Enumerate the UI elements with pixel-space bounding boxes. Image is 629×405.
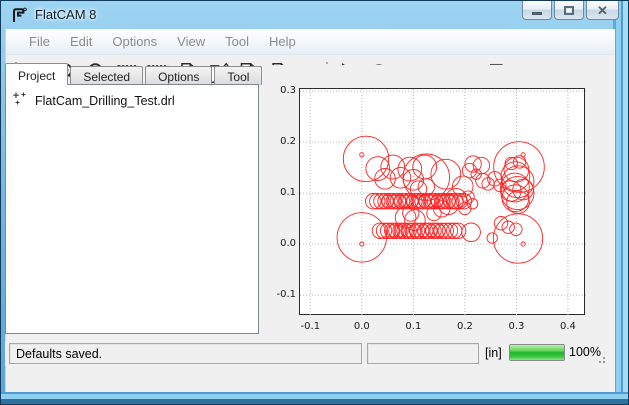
drill-hole-circle — [390, 168, 411, 189]
x-tick-label: 0.4 — [551, 321, 585, 332]
x-tick-label: 0.2 — [448, 321, 482, 332]
status-message: Defaults saved. — [9, 343, 362, 364]
window-border-right — [613, 1, 628, 404]
menu-options[interactable]: Options — [102, 31, 167, 52]
drill-hole-circle — [442, 223, 457, 238]
drill-hole-circle — [521, 242, 525, 246]
drill-hole-circle — [366, 194, 381, 209]
drill-hole-circle — [494, 217, 507, 230]
tab-tool[interactable]: Tool — [214, 66, 262, 85]
drill-hole-circle — [482, 178, 494, 190]
drill-hole-circle — [505, 157, 517, 169]
drill-hole-circle — [507, 191, 530, 214]
window-title: FlatCAM 8 — [35, 7, 96, 22]
tab-project[interactable]: Project — [5, 63, 68, 85]
plot-canvas[interactable]: -0.10.00.10.20.30.4-0.10.00.10.20.3 — [299, 88, 585, 315]
menu-tool[interactable]: Tool — [215, 31, 259, 52]
status-secondary-panel — [367, 343, 479, 364]
drill-hole-circle — [381, 155, 405, 179]
drill-hole-circle — [438, 223, 453, 238]
drill-hole-circle — [343, 136, 388, 181]
plot-figure: -0.1 0.0 0.1 0.2 0.3 0.4 -0.1 0.0 0.1 0.2 0.3 — [263, 65, 611, 366]
drill-plot-svg — [300, 89, 586, 316]
tab-selected[interactable]: Selected — [70, 66, 143, 85]
tab-bar: ProjectSelectedOptionsTool — [5, 63, 264, 85]
y-tick-label: 0.1 — [266, 187, 296, 198]
tree-item[interactable]: FlatCam_Drilling_Test.drl — [6, 85, 258, 113]
excellon-drill-icon — [12, 91, 29, 111]
drill-hole-circle — [451, 223, 466, 238]
y-tick-label: 0.3 — [266, 85, 296, 96]
y-tick-label: 0.2 — [266, 136, 296, 147]
title-bar[interactable]: FlatCAM 8 ✕ — [1, 1, 628, 29]
drill-hole-circle — [446, 223, 461, 238]
maximize-icon — [564, 6, 574, 15]
drill-hole-circle — [493, 214, 542, 263]
menu-bar: FileEditOptionsViewToolHelp — [6, 29, 615, 55]
maximize-button[interactable] — [554, 1, 584, 20]
tab-options[interactable]: Options — [145, 66, 212, 85]
project-tree-panel[interactable]: FlatCam_Drilling_Test.drl — [5, 84, 259, 334]
menu-edit[interactable]: Edit — [60, 31, 102, 52]
menu-file[interactable]: File — [19, 31, 60, 52]
drill-hole-circle — [502, 221, 514, 233]
drill-hole-circle — [360, 153, 364, 157]
x-tick-label: 0.3 — [499, 321, 533, 332]
x-tick-label: 0.0 — [345, 321, 379, 332]
progress-bar — [509, 344, 565, 361]
drill-hole-circle — [462, 223, 481, 242]
drill-hole-circle — [510, 223, 522, 235]
window-border-bottom — [1, 392, 628, 404]
drill-hole-circle — [431, 159, 461, 189]
minimize-icon — [532, 12, 542, 15]
minimize-button[interactable] — [522, 1, 552, 20]
x-tick-label: 0.1 — [396, 321, 430, 332]
drill-hole-circle — [370, 194, 385, 209]
menu-help[interactable]: Help — [259, 31, 306, 52]
progress-fill — [510, 345, 564, 360]
drill-hole-circle — [487, 233, 497, 243]
close-icon: ✕ — [597, 4, 608, 17]
y-tick-label: 0.0 — [266, 238, 296, 249]
app-window: FlatCAM 8 ✕ FileEditOptionsViewToolHelp … — [0, 0, 629, 405]
flatcam-logo-icon — [10, 6, 28, 24]
drill-hole-circle — [380, 223, 395, 238]
y-tick-label: -0.1 — [266, 289, 296, 300]
close-button[interactable]: ✕ — [586, 1, 619, 20]
status-bar: Defaults saved. [in] 100% — [5, 341, 611, 366]
tree-item-label: FlatCam_Drilling_Test.drl — [35, 94, 175, 108]
x-tick-label: -0.1 — [293, 321, 327, 332]
menu-view[interactable]: View — [167, 31, 215, 52]
units-label: [in] — [485, 346, 502, 360]
resize-grip-icon[interactable] — [595, 353, 605, 363]
